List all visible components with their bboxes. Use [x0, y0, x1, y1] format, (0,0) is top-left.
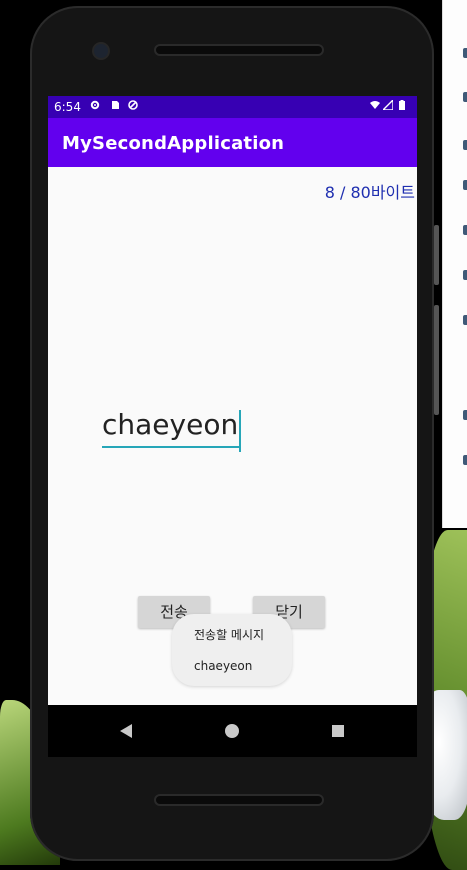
sd-card-icon: [112, 101, 119, 109]
signal-icon: [383, 100, 393, 110]
app-bar: MySecondApplication: [48, 118, 417, 167]
device-screen: 6:54 MySecondApplication 8 / 80바이트 chaey…: [48, 96, 417, 757]
status-bar: 6:54: [48, 96, 417, 118]
data-saver-icon: [128, 100, 138, 110]
byte-counter: 8 / 80바이트: [324, 183, 415, 202]
power-button[interactable]: [434, 225, 439, 285]
toast-title: 전송할 메시지: [194, 628, 265, 642]
message-input-value: chaeyeon: [102, 408, 239, 441]
earpiece-speaker: [156, 46, 322, 54]
wifi-icon: [370, 101, 380, 109]
toast-text: chaeyeon: [194, 659, 253, 673]
message-input[interactable]: chaeyeon: [102, 406, 241, 452]
toast-message: 전송할 메시지 chaeyeon: [172, 614, 292, 686]
background-ide-panel: [442, 0, 467, 528]
battery-icon: [399, 100, 405, 110]
status-time: 6:54: [54, 100, 81, 114]
home-icon[interactable]: [225, 724, 239, 738]
settings-icon: [90, 100, 100, 110]
navigation-bar: [48, 705, 417, 757]
text-cursor: [239, 410, 241, 452]
front-camera-icon: [94, 44, 108, 58]
app-title: MySecondApplication: [62, 133, 285, 154]
bottom-speaker: [156, 796, 322, 804]
volume-button[interactable]: [434, 305, 439, 415]
recents-icon[interactable]: [332, 725, 344, 737]
back-icon[interactable]: [120, 724, 132, 738]
